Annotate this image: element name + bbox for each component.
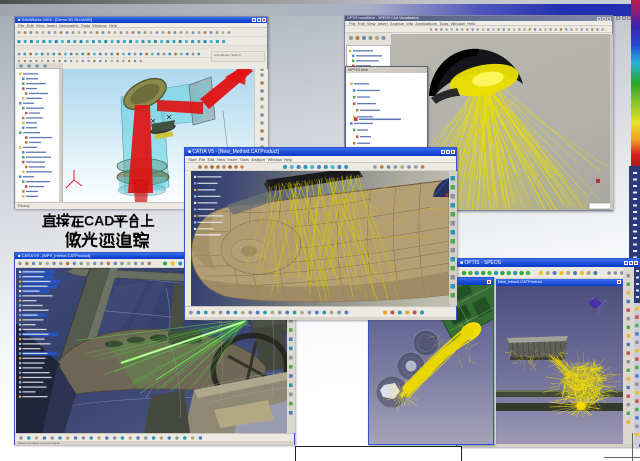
svg-text:CAD: CAD: [84, 213, 114, 229]
